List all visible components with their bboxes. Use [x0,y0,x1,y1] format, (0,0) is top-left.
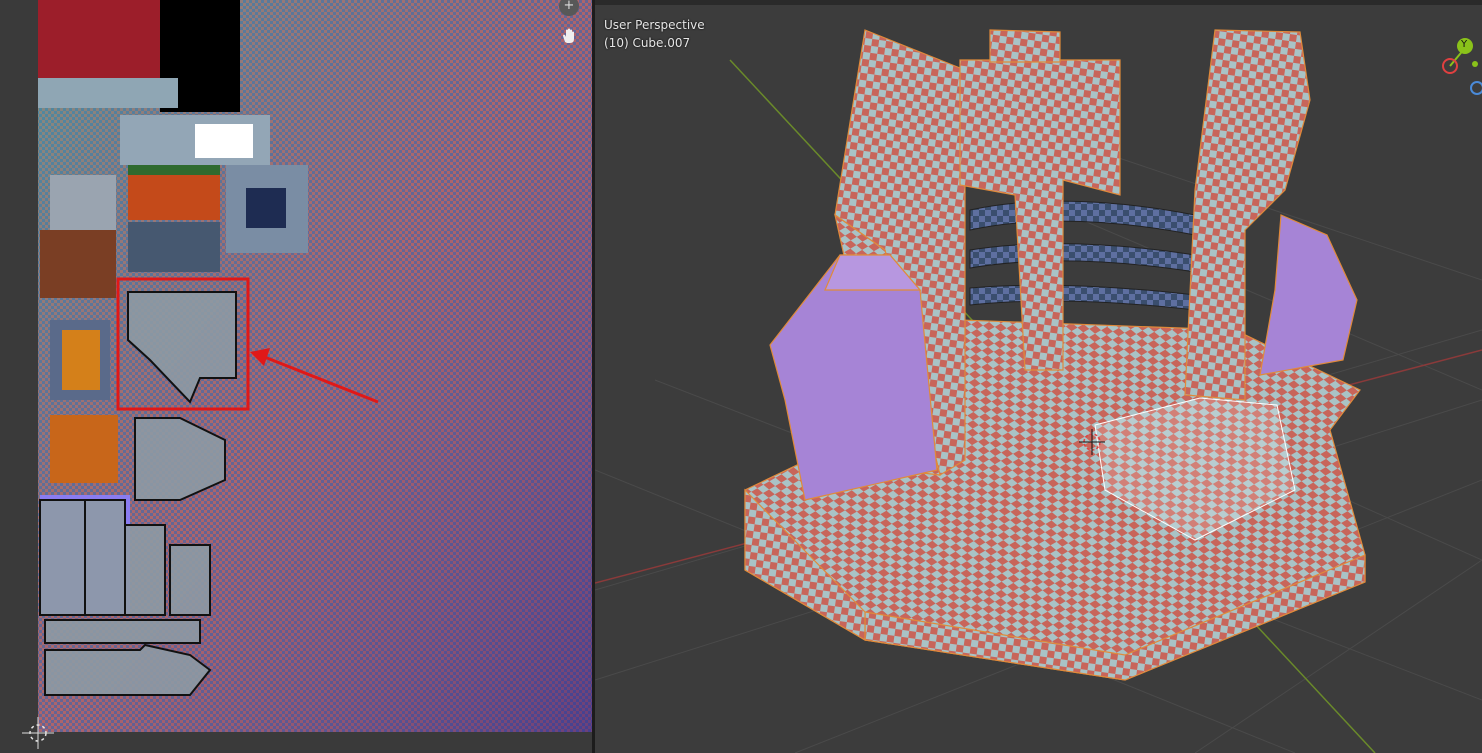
texture-metal-strip [38,78,178,108]
texture-light-panel [195,124,253,158]
texture-red-brick [38,0,160,78]
perspective-label: User Perspective [604,18,705,32]
gizmo-y-label: Y [1461,39,1468,50]
texture-number-5 [62,330,100,390]
3d-viewport[interactable]: User Perspective (10) Cube.007 Y [595,0,1482,753]
texture-round-plate [50,175,116,235]
texture-sun [50,415,118,483]
texture-circuit [128,175,220,220]
gizmo-z-axis[interactable] [1470,81,1482,95]
mesh-rails[interactable] [969,200,1196,311]
active-object-label: (10) Cube.007 [604,36,691,50]
uv-canvas[interactable] [0,0,592,753]
texture-wood [40,230,116,298]
texture-steel-plate [128,222,220,272]
hand-pan-icon[interactable] [559,26,579,46]
viewport-header[interactable] [595,0,1482,5]
uv-editor-panel[interactable]: + [0,0,592,753]
viewport-canvas[interactable] [595,0,1482,753]
